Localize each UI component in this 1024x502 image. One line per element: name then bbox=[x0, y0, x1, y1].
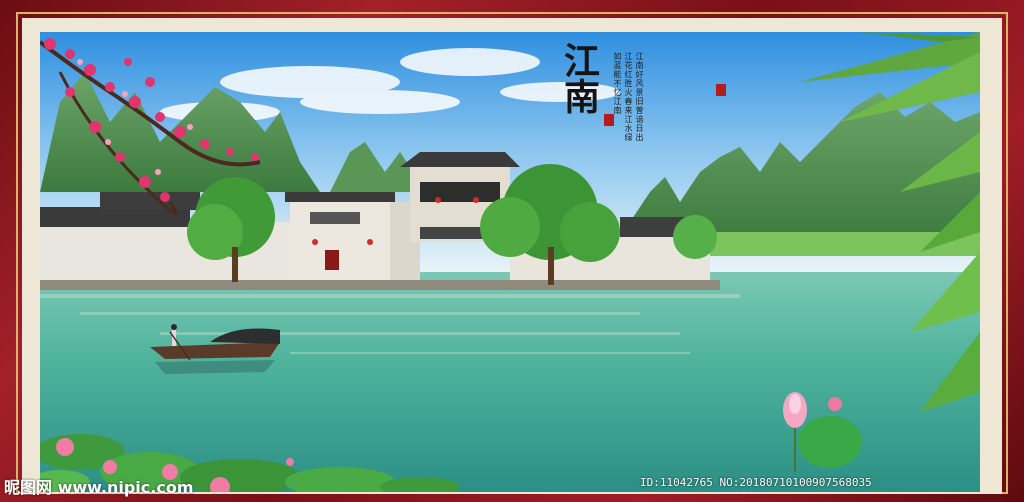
calligraphy-title: 江南 bbox=[558, 42, 600, 114]
boat-reflection bbox=[155, 360, 275, 374]
stone-embankment bbox=[40, 280, 720, 290]
watermark-id: ID:11042765 NO:20180710100907568035 bbox=[640, 476, 872, 489]
landscape-painting bbox=[40, 32, 980, 492]
calligraphy-poem: 江南好风景旧曾谙日出江花红胜火春来江水绿如蓝能不忆江南 bbox=[613, 52, 644, 142]
red-seal-2 bbox=[716, 84, 726, 96]
red-seal bbox=[604, 114, 614, 126]
landscape-scene bbox=[40, 32, 980, 492]
watermark-nipic: 昵图网 www.nipic.com bbox=[4, 478, 194, 497]
